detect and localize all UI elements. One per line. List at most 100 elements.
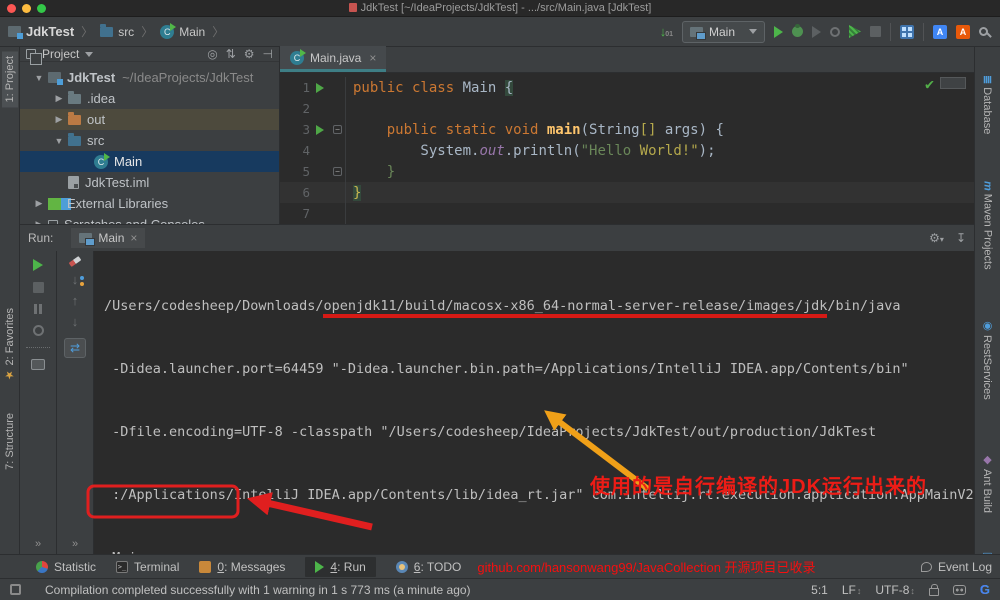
chevron-expanded-icon[interactable]: ▼ (30, 73, 48, 83)
close-tab-icon[interactable]: × (369, 51, 376, 65)
console-output[interactable]: /Users/codesheep/Downloads/openjdk11/bui… (94, 251, 974, 555)
search-icon[interactable] (979, 27, 988, 36)
left-tool-strip: 1: Project ★2: Favorites 7: Structure (0, 47, 20, 554)
tool-tab-word[interactable]: ▤Word (979, 542, 996, 554)
breadcrumb-main[interactable]: CMain (160, 25, 205, 39)
chevron-collapsed-icon[interactable]: ▶ (30, 198, 48, 209)
clear-console-icon[interactable] (69, 256, 82, 267)
debug-button[interactable] (792, 26, 803, 37)
chevron-collapsed-icon[interactable]: ▶ (50, 93, 68, 104)
chevron-expanded-icon[interactable]: ▼ (50, 136, 68, 146)
run-with-coverage-button[interactable] (849, 25, 861, 38)
tool-tab-messages[interactable]: 0: Messages (199, 560, 285, 574)
tree-row-external-libraries[interactable]: ▶ External Libraries (20, 193, 279, 214)
project-icon (8, 26, 21, 37)
encoding-selector[interactable]: UTF-8↕ (875, 583, 915, 597)
run-class-gutter-icon[interactable] (310, 83, 330, 93)
run-button[interactable] (774, 26, 783, 38)
run-configuration-dropdown[interactable]: Main (682, 21, 765, 43)
tree-row-scratches[interactable]: ▶ Scratches and Consoles (20, 214, 279, 224)
divider (26, 347, 50, 348)
rerun-button[interactable] (33, 259, 43, 271)
updown-icon: ↕ (910, 586, 915, 596)
tool-window-bar: Statistic >_Terminal 0: Messages 4: Run … (0, 554, 1000, 578)
fold-icon[interactable]: − (333, 167, 342, 176)
tool-tab-structure[interactable]: 7: Structure (2, 408, 18, 475)
tree-row-iml[interactable]: JdkTest.iml (20, 172, 279, 193)
binary-update-icon[interactable]: ↓01 (660, 24, 673, 39)
breadcrumb-src[interactable]: src (100, 25, 134, 39)
pause-button[interactable] (34, 304, 42, 314)
hide-panel-icon[interactable]: ↧ (956, 231, 966, 245)
locate-icon[interactable]: ◎ (207, 47, 217, 61)
close-tab-icon[interactable]: × (130, 231, 137, 245)
breadcrumb-project[interactable]: JdkTest (8, 24, 74, 39)
translate-blue-icon[interactable]: A (933, 25, 947, 39)
class-icon: C (94, 155, 108, 169)
tree-row-src[interactable]: ▼ src (20, 130, 279, 151)
tool-tab-favorites[interactable]: ★2: Favorites (1, 303, 18, 389)
folder-icon (68, 115, 81, 125)
project-root-icon (48, 72, 61, 83)
collapse-all-icon[interactable]: ⇅ (226, 47, 236, 61)
tree-row-main[interactable]: C Main (20, 151, 279, 172)
tree-row-out[interactable]: ▶ out (20, 109, 279, 130)
run-tab-main[interactable]: Main × (71, 228, 145, 248)
fold-icon[interactable]: − (333, 125, 342, 134)
toggle-tool-buttons-icon[interactable] (10, 584, 21, 595)
project-tree: ▼ JdkTest ~/IdeaProjects/JdkTest ▶ .idea… (20, 62, 279, 224)
hide-panel-icon[interactable]: ⊣ (263, 47, 273, 61)
tab-main-java[interactable]: C Main.java × (280, 46, 386, 72)
dump-threads-icon[interactable] (33, 325, 44, 336)
code-editor[interactable]: ✔ 1 public class Main { 2 (280, 73, 974, 224)
robot-icon[interactable] (953, 585, 966, 595)
tool-tab-todo[interactable]: 6: TODO (396, 560, 462, 574)
caret-position[interactable]: 5:1 (811, 583, 828, 597)
gear-icon[interactable]: ⚙ (244, 47, 255, 61)
stop-button[interactable] (33, 282, 44, 293)
tool-tab-restservices[interactable]: ◉RestServices (979, 311, 996, 405)
up-arrow-icon[interactable]: ↑ (72, 296, 79, 306)
translate-orange-icon[interactable]: A (956, 25, 970, 39)
tool-tab-statistic[interactable]: Statistic (36, 560, 96, 574)
line-separator-selector[interactable]: LF↕ (842, 583, 862, 597)
more-icon[interactable]: » (35, 538, 41, 550)
run-method-gutter-icon[interactable] (310, 125, 330, 135)
tool-grid-icon[interactable] (900, 25, 914, 39)
tool-tab-project[interactable]: 1: Project (2, 51, 18, 107)
run-disabled-button[interactable] (812, 26, 821, 38)
libraries-icon (48, 198, 61, 210)
tool-tab-ant-build[interactable]: ◆Ant Build (979, 445, 996, 518)
code-line: 5 − } (280, 161, 974, 182)
event-log-button[interactable]: Event Log (921, 560, 992, 574)
inspection-widget[interactable] (940, 77, 966, 89)
line-number: 1 (280, 80, 310, 95)
chevron-collapsed-icon[interactable]: ▶ (50, 114, 68, 125)
project-panel-title[interactable]: Project (42, 47, 79, 61)
tool-tab-maven[interactable]: mMaven Projects (980, 173, 996, 275)
toolbar-divider (923, 23, 924, 41)
gear-icon[interactable]: ⚙▾ (929, 231, 944, 245)
chevron-down-icon[interactable] (85, 52, 93, 57)
profiler-button[interactable] (830, 27, 840, 37)
stop-button[interactable] (870, 26, 881, 37)
more-icon[interactable]: » (72, 538, 78, 550)
tool-tab-terminal[interactable]: >_Terminal (116, 560, 179, 574)
lock-icon[interactable] (929, 588, 939, 596)
terminal-icon: >_ (116, 561, 128, 573)
tree-row-idea[interactable]: ▶ .idea (20, 88, 279, 109)
breadcrumb-separator: 〉 (212, 23, 224, 40)
google-icon[interactable]: G (980, 582, 990, 597)
down-arrow-icon[interactable]: ↓ (72, 317, 79, 327)
tool-tab-database[interactable]: ≣Database (979, 67, 996, 139)
sort-icon[interactable]: ↓ (72, 275, 79, 285)
code-line-current: 6 } (280, 182, 974, 203)
folder-icon (68, 136, 81, 146)
tree-row-root[interactable]: ▼ JdkTest ~/IdeaProjects/JdkTest (20, 67, 279, 88)
pie-chart-icon (36, 561, 48, 573)
console-icon[interactable] (31, 359, 45, 370)
status-message: Compilation completed successfully with … (45, 583, 471, 597)
tool-tab-run[interactable]: 4: Run (305, 557, 375, 577)
project-panel-header: Project ◎ ⇅ ⚙ ⊣ (20, 47, 279, 62)
scroll-to-end-icon[interactable]: ⇄ (64, 338, 86, 358)
